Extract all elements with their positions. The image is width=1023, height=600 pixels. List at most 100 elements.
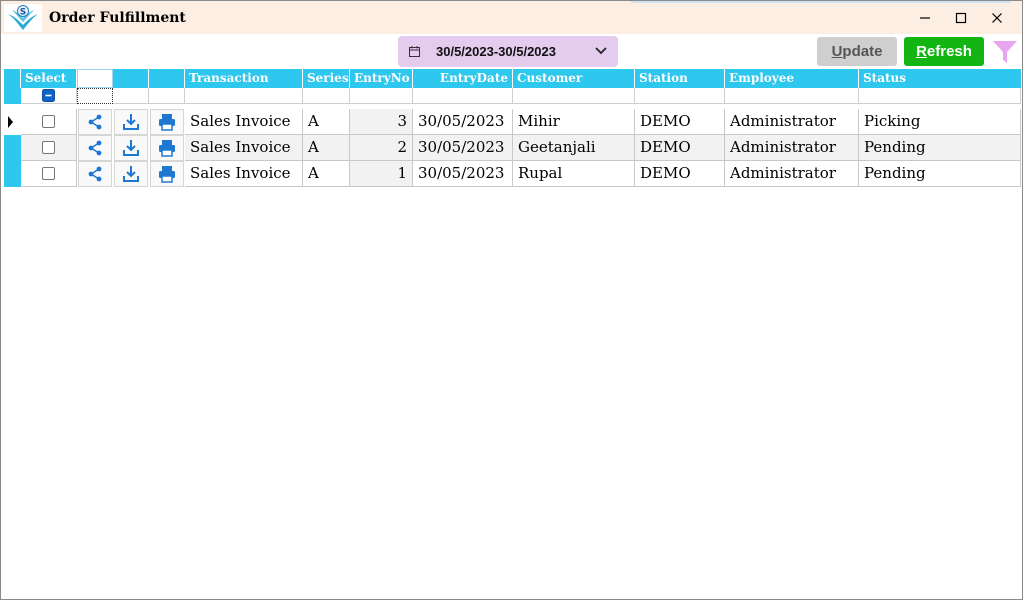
share-icon: [88, 114, 102, 130]
column-header-print: [149, 69, 185, 88]
download-icon: [123, 140, 139, 156]
cell-status: Picking: [859, 109, 1021, 135]
print-icon: [159, 166, 175, 183]
column-header-employee[interactable]: Employee: [725, 69, 859, 88]
filter-icon[interactable]: [992, 39, 1018, 65]
column-header-entryno[interactable]: EntryNo: [350, 69, 413, 88]
share-icon: [88, 140, 102, 156]
cell-transaction: Sales Invoice: [185, 109, 303, 135]
cell-customer: Rupal: [513, 161, 635, 187]
download-button[interactable]: [114, 109, 148, 135]
cell-series: A: [303, 135, 350, 161]
filter-customer-cell[interactable]: [513, 88, 635, 104]
print-button[interactable]: [150, 135, 184, 161]
print-button[interactable]: [150, 161, 184, 187]
cell-series: A: [303, 109, 350, 135]
column-header-entrydate[interactable]: EntryDate: [413, 69, 513, 88]
cell-station: DEMO: [635, 135, 725, 161]
row-indicator-2[interactable]: [4, 135, 21, 161]
cell-entrydate: 30/05/2023: [413, 135, 513, 161]
cell-customer: Mihir: [513, 109, 635, 135]
cell-status: Pending: [859, 161, 1021, 187]
filter-share-cell[interactable]: [77, 88, 113, 104]
filter-station-cell[interactable]: [635, 88, 725, 104]
date-range-picker[interactable]: 30/5/2023-30/5/2023: [398, 36, 618, 67]
update-accel-key: U: [831, 43, 843, 60]
grid-spacer: [4, 105, 1021, 108]
select-all-checkbox-icon[interactable]: [42, 89, 55, 102]
window-title: Order Fulfillment: [49, 10, 186, 26]
share-button[interactable]: [78, 109, 112, 135]
download-button[interactable]: [114, 161, 148, 187]
column-header-customer[interactable]: Customer: [513, 69, 635, 88]
row-checkbox[interactable]: [42, 141, 55, 154]
column-header-status[interactable]: Status: [859, 69, 1021, 88]
current-row-arrow-icon: [8, 116, 13, 128]
cell-employee: Administrator: [725, 109, 859, 135]
column-header-transaction[interactable]: Transaction: [185, 69, 303, 88]
cell-customer: Geetanjali: [513, 135, 635, 161]
close-button[interactable]: [979, 5, 1015, 31]
download-button[interactable]: [114, 135, 148, 161]
filter-employee-cell[interactable]: [725, 88, 859, 104]
cell-transaction: Sales Invoice: [185, 161, 303, 187]
refresh-accel-key: R: [916, 43, 927, 60]
share-icon: [88, 166, 102, 182]
download-icon: [123, 166, 139, 182]
column-header-station[interactable]: Station: [635, 69, 725, 88]
cell-entrydate: 30/05/2023: [413, 109, 513, 135]
cell-status: Pending: [859, 135, 1021, 161]
row-indicator-3[interactable]: [4, 161, 21, 187]
cell-station: DEMO: [635, 161, 725, 187]
main-window: S Order Fulfillment 30/5/2023-30/5/2023 …: [0, 0, 1023, 600]
filter-download-cell[interactable]: [113, 88, 149, 104]
update-button[interactable]: Update: [817, 37, 897, 66]
download-icon: [123, 114, 139, 130]
cell-entryno: 3: [350, 109, 413, 135]
row-select-cell[interactable]: [21, 161, 77, 187]
print-button[interactable]: [150, 109, 184, 135]
cell-employee: Administrator: [725, 161, 859, 187]
calendar-icon: [409, 46, 420, 57]
cell-entryno: 2: [350, 135, 413, 161]
title-bar: S Order Fulfillment: [1, 1, 1022, 34]
filter-select-all-cell[interactable]: [21, 88, 77, 104]
cell-entrydate: 30/05/2023: [413, 161, 513, 187]
cell-entryno: 1: [350, 161, 413, 187]
refresh-button[interactable]: Refresh: [904, 37, 984, 66]
chevron-down-icon: [595, 47, 607, 55]
minimize-icon: [920, 17, 930, 19]
column-header-series[interactable]: Series: [303, 69, 350, 88]
cell-station: DEMO: [635, 109, 725, 135]
row-checkbox[interactable]: [42, 167, 55, 180]
filter-entryno-cell[interactable]: [350, 88, 413, 104]
share-button[interactable]: [78, 135, 112, 161]
maximize-icon: [955, 12, 967, 24]
share-button[interactable]: [78, 161, 112, 187]
row-select-cell[interactable]: [21, 135, 77, 161]
row-checkbox[interactable]: [42, 115, 55, 128]
filter-row-indicator: [4, 88, 21, 104]
column-header-download: [113, 69, 149, 88]
print-icon: [159, 114, 175, 131]
row-header-corner: [4, 69, 21, 88]
minimize-button[interactable]: [907, 5, 943, 31]
row-indicator-1[interactable]: [4, 109, 21, 135]
filter-status-cell[interactable]: [859, 88, 1021, 104]
filter-print-cell[interactable]: [149, 88, 185, 104]
cell-series: A: [303, 161, 350, 187]
filter-series-cell[interactable]: [303, 88, 350, 104]
app-logo-icon: S: [4, 4, 42, 32]
order-grid: Select Transaction Series EntryNo EntryD…: [4, 69, 1021, 599]
print-icon: [159, 140, 175, 157]
cell-employee: Administrator: [725, 135, 859, 161]
row-select-cell[interactable]: [21, 109, 77, 135]
column-header-select[interactable]: Select: [21, 69, 77, 88]
title-accent-strip: [631, 1, 1011, 3]
column-header-share: [77, 69, 113, 88]
svg-text:S: S: [20, 8, 26, 18]
filter-entrydate-cell[interactable]: [413, 88, 513, 104]
filter-transaction-cell[interactable]: [185, 88, 303, 104]
refresh-button-label: efresh: [926, 43, 972, 60]
maximize-button[interactable]: [943, 5, 979, 31]
